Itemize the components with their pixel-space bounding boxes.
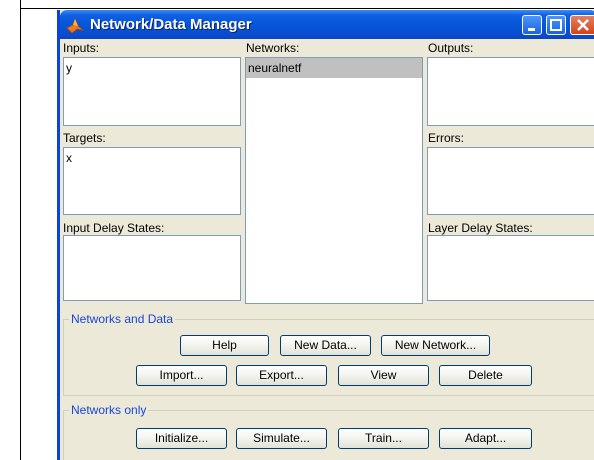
export-button[interactable]: Export... [236,365,327,386]
networks-only-title: Networks only [69,403,149,417]
inputs-list[interactable]: y [63,57,241,126]
page-frame-left [20,0,21,460]
input-delay-states-list[interactable] [63,235,241,301]
maximize-icon [550,19,562,31]
list-item[interactable]: y [64,58,240,78]
input-delay-states-label: Input Delay States: [63,221,165,235]
delete-button[interactable]: Delete [439,365,532,386]
layer-delay-states-label: Layer Delay States: [428,221,533,235]
targets-list[interactable]: x [63,147,241,215]
networks-and-data-title: Networks and Data [69,312,176,326]
help-button[interactable]: Help [180,335,269,356]
minimize-button[interactable] [522,15,542,35]
new-network-button[interactable]: New Network... [381,335,490,356]
targets-label: Targets: [63,131,106,145]
errors-label: Errors: [428,131,464,145]
initialize-button[interactable]: Initialize... [136,428,227,449]
window-title: Network/Data Manager [90,16,252,33]
networks-list[interactable]: neuralnetf [245,57,423,304]
outputs-list[interactable] [427,57,594,126]
title-bar[interactable]: Network/Data Manager [60,10,594,39]
new-data-button[interactable]: New Data... [280,335,371,356]
close-button[interactable] [570,15,594,35]
matlab-icon [66,17,84,34]
networks-label: Networks: [246,41,300,55]
maximize-button[interactable] [546,15,566,35]
list-item[interactable]: x [64,148,240,168]
import-button[interactable]: Import... [136,365,227,386]
list-item-selected[interactable]: neuralnetf [246,58,422,78]
layer-delay-states-list[interactable] [427,235,594,301]
inputs-label: Inputs: [63,41,100,55]
train-button[interactable]: Train... [338,428,429,449]
adapt-button[interactable]: Adapt... [439,428,532,449]
network-data-manager-window: Network/Data Manager Inputs: y Targets: … [57,10,594,460]
page-frame-top [20,8,594,9]
minimize-icon [528,28,535,31]
outputs-label: Outputs: [428,41,474,55]
close-icon [577,19,589,31]
view-button[interactable]: View [338,365,429,386]
errors-list[interactable] [427,147,594,215]
simulate-button[interactable]: Simulate... [236,428,327,449]
